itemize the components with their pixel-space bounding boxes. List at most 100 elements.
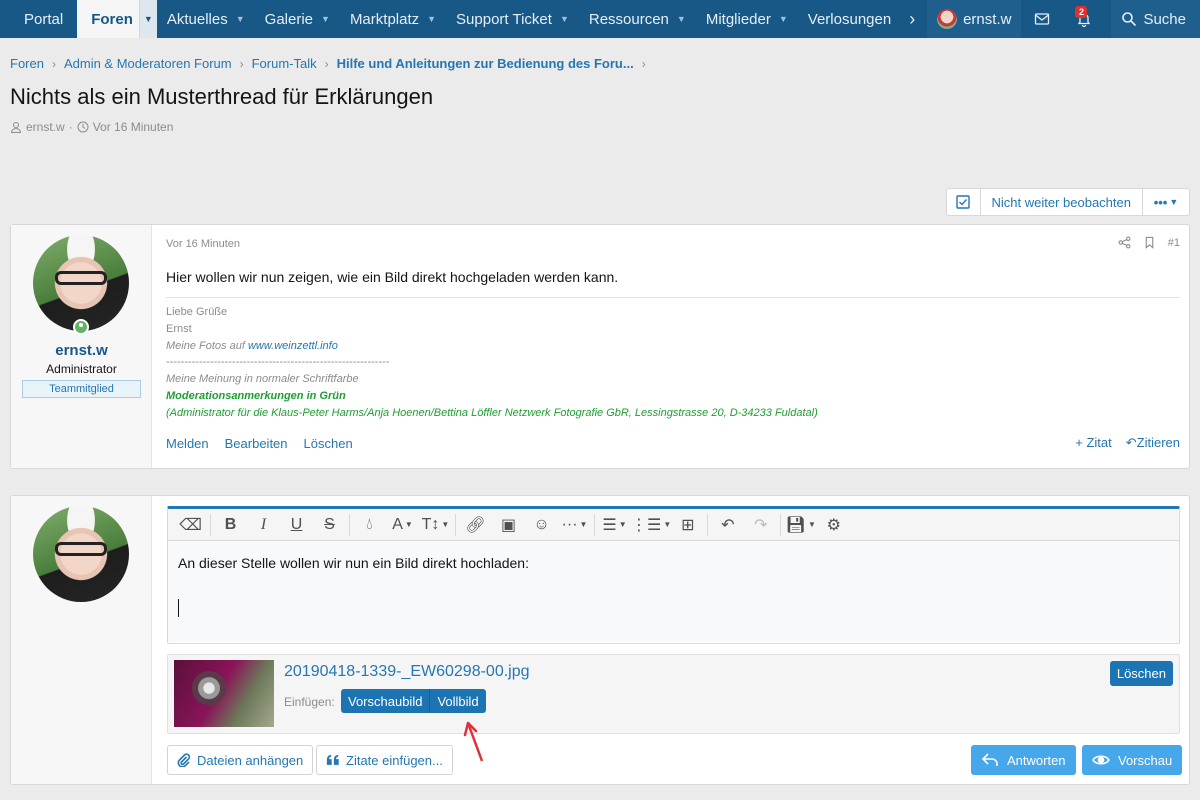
nav-aktuelles[interactable]: Aktuelles ▼ [157,0,255,38]
signature-link[interactable]: www.weinzettl.info [248,340,338,352]
post-footer-actions: Melden Bearbeiten Löschen [166,436,353,451]
font-size-icon[interactable]: T↕ ▼ [419,509,452,541]
multiquote-link[interactable]: + Zitat [1075,435,1112,451]
nav-verlosungen[interactable]: Verlosungen [798,0,901,38]
edit-link[interactable]: Bearbeiten [225,436,288,451]
bold-icon[interactable]: B [214,509,247,541]
post-user-cell: ernst.w Administrator Teammitglied [11,225,152,468]
eye-icon [1092,755,1110,765]
delete-attachment-button[interactable]: Löschen [1109,661,1173,686]
quote-icon [326,754,339,765]
avatar [33,506,129,602]
drafts-icon[interactable]: 💾︎ ▼ [784,509,817,541]
reply-arrow-icon: ↶ [1125,435,1137,450]
chevron-down-icon: ▼ [778,14,788,24]
bell-icon[interactable]: 2 [1063,0,1105,38]
report-link[interactable]: Melden [166,436,209,451]
post-username[interactable]: ernst.w [11,342,152,359]
attachment-item: 20190418-1339-_EW60298-00.jpg Einfügen: … [167,654,1180,734]
signature: Liebe Grüße Ernst Meine Fotos auf www.we… [166,297,1180,422]
smiley-icon[interactable]: ☺ [525,509,558,541]
post-date[interactable]: Vor 16 Minuten [166,238,240,250]
insert-button-group: Vorschaubild Vollbild [341,689,486,713]
strikethrough-icon[interactable]: S [313,509,346,541]
online-status-icon [73,319,89,335]
attachment-thumbnail[interactable] [174,660,274,727]
post-number[interactable]: #1 [1168,237,1180,249]
chevron-down-icon: ▼ [1169,197,1179,207]
insert-thumbnail-button[interactable]: Vorschaubild [341,689,429,713]
inbox-icon[interactable] [1021,0,1063,38]
thread-author[interactable]: ernst.w [26,120,65,134]
nav-scroll-right-icon[interactable]: › [901,0,923,38]
nav-account-area: ernst.w 2 Suche [927,0,1200,38]
page-title: Nichts als ein Musterthread für Erklärun… [10,84,434,109]
share-icon[interactable] [1118,236,1131,249]
italic-icon[interactable]: I [247,509,280,541]
attach-files-button[interactable]: Dateien anhängen [167,745,314,775]
undo-icon[interactable]: ↶ [711,509,744,541]
breadcrumb-admin-forum[interactable]: Admin & Moderatoren Forum [64,56,232,71]
paperclip-icon [177,753,191,767]
preview-button[interactable]: Vorschau [1082,745,1183,775]
breadcrumb-forum-talk[interactable]: Forum-Talk [252,56,317,71]
reply-user-cell [11,496,152,784]
list-icon[interactable]: ⋮☰ ▼ [631,509,671,541]
annotation-arrow-icon [463,721,484,762]
avatar[interactable] [33,235,129,331]
chevron-down-icon[interactable]: ▼ [138,0,157,38]
insert-full-image-button[interactable]: Vollbild [429,689,485,713]
unwatch-button[interactable]: Nicht weiter beobachten [981,189,1143,215]
more-options-icon[interactable]: ··· ▼ [558,509,591,541]
eraser-icon[interactable]: ⌫ [174,509,207,541]
checkbox-icon[interactable] [947,189,981,215]
insert-label: Einfügen: [284,695,335,709]
chevron-down-icon: ▼ [427,14,437,24]
avatar [937,9,958,29]
align-icon[interactable]: ☰ ▼ [598,509,631,541]
post-content: Vor 16 Minuten #1 Hier wollen wir nun ze… [166,225,1180,468]
more-options-button[interactable]: ••• ▼ [1143,189,1189,215]
nav-marktplatz[interactable]: Marktplatz ▼ [340,0,446,38]
text-color-icon[interactable]: 💧︎ [353,509,386,541]
nav-support-ticket[interactable]: Support Ticket ▼ [446,0,579,38]
nav-foren[interactable]: Foren ▼ [77,0,157,38]
nav-mitglieder[interactable]: Mitglieder ▼ [696,0,798,38]
quick-reply: ⌫ B I U S 💧︎ A ▼ T↕ ▼ 🔗︎ ▣ ☺ ··· ▼ ☰ ▼ ⋮☰ ▼ ⊞… [10,495,1190,785]
chevron-right-icon: › [324,56,329,71]
font-family-icon[interactable]: A ▼ [386,509,419,541]
chevron-down-icon: ▼ [321,14,330,24]
reply-arrow-icon [981,753,998,766]
quote-link[interactable]: ↶Zitieren [1126,435,1180,451]
reply-button[interactable]: Antworten [971,745,1076,775]
chevron-right-icon: › [51,56,56,71]
table-icon[interactable]: ⊞ [671,509,704,541]
post-quote-actions: + Zitat ↶Zitieren [1075,435,1180,451]
editor-toolbar: ⌫ B I U S 💧︎ A ▼ T↕ ▼ 🔗︎ ▣ ☺ ··· ▼ ☰ ▼ ⋮☰ ▼ ⊞… [168,509,1179,541]
attachment-filename[interactable]: 20190418-1339-_EW60298-00.jpg [284,663,530,681]
search-icon [1122,12,1137,27]
link-icon[interactable]: 🔗︎ [459,509,492,541]
thread-time[interactable]: Vor 16 Minuten [93,120,174,134]
breadcrumb-foren[interactable]: Foren [10,56,44,71]
breadcrumb-hilfe[interactable]: Hilfe und Anleitungen zur Bedienung des … [337,56,634,71]
post-message: ernst.w Administrator Teammitglied Vor 1… [10,224,1190,469]
nav-user-menu[interactable]: ernst.w [927,0,1022,38]
nav-ressourcen[interactable]: Ressourcen ▼ [579,0,696,38]
bookmark-icon[interactable] [1143,236,1156,249]
clock-icon [77,121,89,133]
chevron-right-icon: › [641,56,646,71]
chevron-down-icon: ▼ [559,14,569,24]
nav-portal[interactable]: Portal [0,0,77,38]
message-input[interactable]: An dieser Stelle wollen wir nun ein Bild… [168,541,1179,642]
top-navbar: Portal Foren ▼ Aktuelles ▼ Galerie ▼ Markt… [0,0,1200,38]
image-icon[interactable]: ▣ [492,509,525,541]
search-button[interactable]: Suche [1111,0,1200,38]
underline-icon[interactable]: U [280,509,313,541]
redo-icon[interactable]: ↷ [744,509,777,541]
delete-link[interactable]: Löschen [304,436,353,451]
gear-icon[interactable]: ⚙ [817,509,850,541]
insert-quotes-button[interactable]: Zitate einfügen... [316,745,453,775]
rich-text-editor: ⌫ B I U S 💧︎ A ▼ T↕ ▼ 🔗︎ ▣ ☺ ··· ▼ ☰ ▼ ⋮☰ ▼ ⊞… [167,506,1180,644]
nav-galerie[interactable]: Galerie ▼ [255,0,340,38]
